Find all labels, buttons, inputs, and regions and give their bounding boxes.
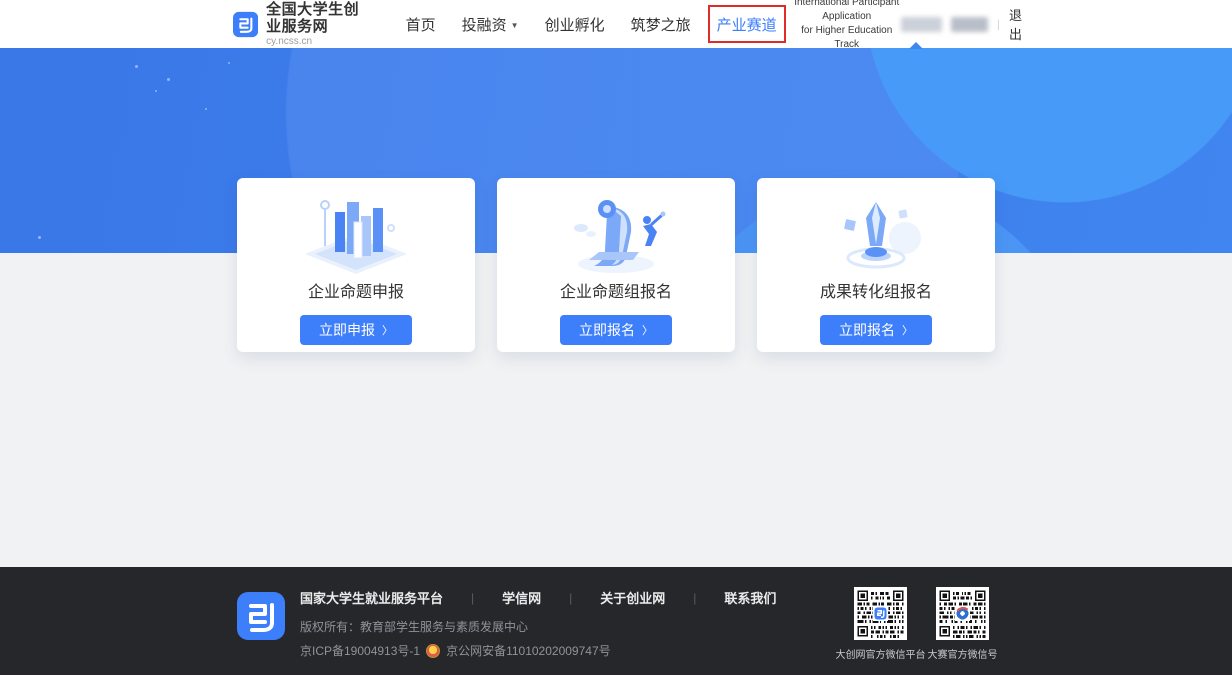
qr-codes: 大创网官方微信平台 (854, 587, 989, 661)
logout-button[interactable]: 退出 (1009, 5, 1032, 43)
button-label: 立即报名 (579, 320, 635, 340)
nav-label: 产业赛道 (717, 14, 777, 35)
nav-item-home[interactable]: 首页 (406, 14, 436, 35)
nav-label: 首页 (406, 14, 436, 35)
banner-dot (38, 236, 41, 239)
international-application-link[interactable]: International Participant Application fo… (793, 0, 901, 52)
qr-code-image (936, 587, 989, 640)
action-cards: 企业命题申报 立即申报 〉 企业命题组报名 立即 (237, 178, 995, 352)
site-domain: cy.ncss.cn (266, 36, 371, 48)
qr-center-logo-contest (957, 608, 969, 620)
signup-now-button[interactable]: 立即报名 〉 (820, 315, 932, 345)
qr-label: 大创网官方微信平台 (836, 646, 926, 661)
user-name-redacted (951, 17, 988, 32)
banner-dot (228, 62, 230, 64)
nav-item-incubation[interactable]: 创业孵化 (545, 14, 605, 35)
user-menu-arrow-icon (909, 42, 923, 49)
chevron-right-icon: 〉 (902, 322, 913, 338)
icp-record-link[interactable]: 京ICP备19004913号-1 (300, 642, 420, 659)
public-security-badge-icon (426, 644, 440, 658)
signup-now-button[interactable]: 立即报名 〉 (560, 315, 672, 345)
card-title: 企业命题申报 (308, 278, 404, 302)
footer-link-about[interactable]: 关于创业网 (600, 588, 665, 607)
declare-now-button[interactable]: 立即申报 〉 (300, 315, 412, 345)
chevron-right-icon: 〉 (382, 322, 393, 338)
main-nav: 首页 投融资 ▼ 创业孵化 筑梦之旅 产业赛道 (406, 14, 777, 35)
chevron-down-icon: ▼ (511, 21, 519, 30)
copyright-text: 版权所有：教育部学生服务与素质发展中心 (300, 618, 776, 635)
card-achievement-transformation-signup: 成果转化组报名 立即报名 〉 (757, 178, 995, 352)
cy-logo-icon (233, 6, 258, 43)
banner-dot (155, 90, 157, 92)
nav-item-industry-track[interactable]: 产业赛道 (717, 14, 777, 35)
qr-wechat-platform: 大创网官方微信平台 (854, 587, 907, 661)
banner-dot (205, 108, 207, 110)
nav-item-investment[interactable]: 投融资 ▼ (462, 14, 519, 35)
security-record-link[interactable]: 京公网安备11010202009747号 (446, 642, 611, 659)
card-title: 企业命题组报名 (560, 278, 672, 302)
separator: | (693, 591, 696, 605)
card-enterprise-topic-declare: 企业命题申报 立即申报 〉 (237, 178, 475, 352)
chevron-right-icon: 〉 (642, 322, 653, 338)
header: 全国大学生创业服务网 cy.ncss.cn 首页 投融资 ▼ 创业孵化 筑梦之旅… (0, 0, 1232, 48)
footer-link-chsi[interactable]: 学信网 (502, 588, 541, 607)
nav-label: 投融资 (462, 14, 507, 35)
card-enterprise-topic-group-signup: 企业命题组报名 立即报名 〉 (497, 178, 735, 352)
qr-wechat-contest: 大赛官方微信号 (936, 587, 989, 661)
isometric-buildings-icon (295, 194, 417, 274)
separator: | (569, 591, 572, 605)
qr-code-image (854, 587, 907, 640)
separator: | (471, 591, 474, 605)
nav-label: 创业孵化 (545, 14, 605, 35)
nav-item-dream-journey[interactable]: 筑梦之旅 (631, 14, 691, 35)
intl-line2: for Higher Education Track (793, 24, 901, 52)
nav-label: 筑梦之旅 (631, 14, 691, 35)
card-title: 成果转化组报名 (820, 278, 932, 302)
qr-label: 大赛官方微信号 (928, 646, 998, 661)
intl-line1: International Participant Application (793, 0, 901, 24)
footer: 国家大学生就业服务平台 | 学信网 | 关于创业网 | 联系我们 版权所有：教育… (0, 567, 1232, 675)
footer-link-contact[interactable]: 联系我们 (724, 588, 776, 607)
user-name-redacted (901, 17, 942, 32)
banner-dot (135, 65, 138, 68)
site-logo[interactable]: 全国大学生创业服务网 cy.ncss.cn (233, 1, 372, 47)
button-label: 立即申报 (319, 320, 375, 340)
user-area: | 退出 (901, 5, 1032, 43)
separator: | (997, 17, 1000, 31)
footer-links: 国家大学生就业服务平台 | 学信网 | 关于创业网 | 联系我们 (300, 588, 776, 607)
crystal-gem-icon (815, 194, 937, 274)
footer-link-employment-platform[interactable]: 国家大学生就业服务平台 (300, 588, 443, 607)
site-name: 全国大学生创业服务网 (266, 1, 371, 36)
banner-dot (167, 78, 170, 81)
footer-cy-logo-icon (237, 592, 285, 640)
button-label: 立即报名 (839, 320, 895, 340)
scroll-document-icon (555, 194, 677, 274)
